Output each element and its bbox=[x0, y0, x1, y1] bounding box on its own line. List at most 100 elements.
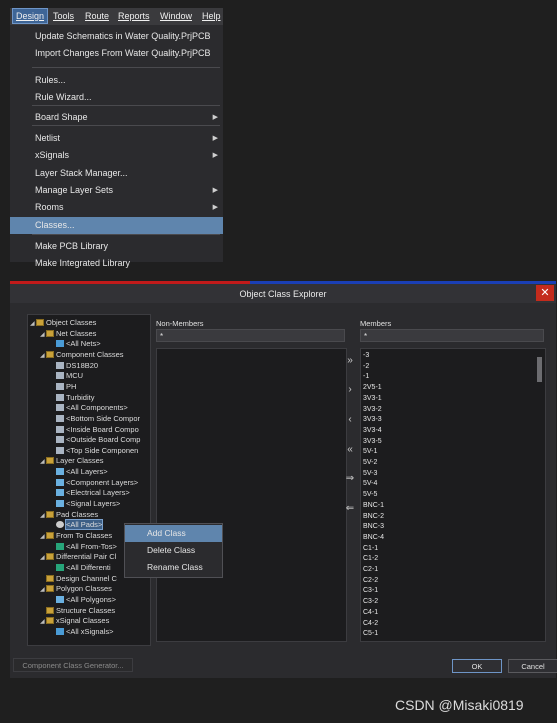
tree-node[interactable]: <All Nets> bbox=[50, 339, 101, 349]
menu-item[interactable]: Layer Stack Manager... bbox=[10, 165, 223, 182]
tree-node[interactable]: MCU bbox=[50, 371, 83, 381]
tree-node[interactable]: <Bottom Side Compor bbox=[50, 414, 140, 424]
members-scrollbar[interactable] bbox=[537, 351, 543, 639]
folder-icon bbox=[46, 510, 54, 518]
tree-node[interactable]: ◢ From To Classes bbox=[40, 531, 112, 541]
menu-window[interactable]: Window bbox=[160, 11, 192, 21]
close-button[interactable]: ✕ bbox=[536, 285, 554, 301]
member-list-item[interactable]: 3V3-2 bbox=[363, 405, 382, 416]
tree-node[interactable]: ◢ Pad Classes bbox=[40, 510, 98, 520]
menu-design[interactable]: Design bbox=[11, 8, 49, 24]
class-tree[interactable]: ◢ Object Classes ◢ Net Classes <All Nets> ◢ Co… bbox=[27, 314, 151, 646]
menu-item[interactable]: Rules... bbox=[10, 72, 223, 89]
members-list[interactable]: -3 -2 -1 2V5-1 3V3-1 3V3-2 3V3-3 3V3-4 3V3-5 5V-1… bbox=[360, 348, 546, 642]
member-list-item[interactable]: 5V-3 bbox=[363, 469, 377, 480]
cancel-button[interactable]: Cancel bbox=[508, 659, 557, 673]
move-right-button[interactable]: › bbox=[344, 384, 356, 395]
member-list-item[interactable]: C4-1 bbox=[363, 608, 378, 619]
tree-node[interactable]: <Inside Board Compo bbox=[50, 425, 139, 435]
move-all-right-button[interactable]: » bbox=[344, 355, 356, 366]
tree-node[interactable]: Structure Classes bbox=[40, 606, 115, 616]
member-list-item[interactable]: 5V-2 bbox=[363, 458, 377, 469]
component-class-generator-button[interactable]: Component Class Generator... bbox=[13, 658, 133, 672]
member-list-item[interactable]: 5V-1 bbox=[363, 447, 377, 458]
member-list-item[interactable]: C1-2 bbox=[363, 554, 378, 565]
menu-item[interactable]: Update Schematics in Water Quality.PrjPC… bbox=[10, 28, 223, 45]
tree-node[interactable]: ◢ Polygon Classes bbox=[40, 584, 112, 594]
tree-node[interactable]: <All From-Tos> bbox=[50, 542, 117, 552]
member-list-item[interactable]: C3-2 bbox=[363, 597, 378, 608]
tree-node[interactable]: ◢ xSignal Classes bbox=[40, 616, 109, 626]
menu-item[interactable]: xSignals ▶ bbox=[10, 147, 223, 164]
menu-item[interactable]: Make PCB Library bbox=[10, 238, 223, 255]
tree-node[interactable]: PH bbox=[50, 382, 76, 392]
member-list-item[interactable]: 5V-4 bbox=[363, 479, 377, 490]
member-list-item[interactable]: C2-2 bbox=[363, 576, 378, 587]
tree-node[interactable]: ◢ Object Classes bbox=[30, 318, 96, 328]
tree-node[interactable]: ◢ Net Classes bbox=[40, 329, 96, 339]
menu-item[interactable]: Classes... bbox=[10, 217, 223, 234]
menu-item[interactable]: Rooms ▶ bbox=[10, 199, 223, 216]
menu-item[interactable]: Netlist ▶ bbox=[10, 130, 223, 147]
member-list-item[interactable]: C5-1 bbox=[363, 629, 378, 640]
nonmembers-filter-input[interactable]: * bbox=[156, 329, 345, 342]
tree-node[interactable]: <Top Side Componen bbox=[50, 446, 138, 456]
member-list-item[interactable]: 3V3-1 bbox=[363, 394, 382, 405]
tree-node[interactable]: <Electrical Layers> bbox=[50, 488, 130, 498]
nonmembers-list[interactable] bbox=[156, 348, 347, 642]
title-bar[interactable]: Object Class Explorer ✕ bbox=[10, 281, 556, 303]
tree-node[interactable]: <Signal Layers> bbox=[50, 499, 120, 509]
tree-node[interactable]: ◢ Component Classes bbox=[40, 350, 124, 360]
menu-item[interactable]: Rule Wizard... bbox=[10, 89, 223, 106]
tree-node-label: DS18B20 bbox=[66, 360, 99, 370]
move-selected-right-button[interactable]: ⇒ bbox=[344, 473, 356, 484]
menu-item[interactable]: Manage Layer Sets ▶ bbox=[10, 182, 223, 199]
tree-node[interactable]: <All Pads> bbox=[50, 519, 104, 531]
member-list-item[interactable]: C1-1 bbox=[363, 544, 378, 555]
member-list-item[interactable]: BNC-4 bbox=[363, 533, 384, 544]
member-list-item[interactable]: 3V3-3 bbox=[363, 415, 382, 426]
member-list-item[interactable]: 3V3-4 bbox=[363, 426, 382, 437]
tree-node[interactable]: <All xSignals> bbox=[50, 627, 114, 637]
tree-node-label: Pad Classes bbox=[56, 509, 99, 519]
menu-tools[interactable]: Tools bbox=[53, 11, 74, 21]
menu-help[interactable]: Help bbox=[202, 11, 221, 21]
members-filter-input[interactable]: * bbox=[360, 329, 544, 342]
tree-node[interactable]: ◢ Differential Pair Cl bbox=[40, 552, 116, 562]
tree-node[interactable]: <All Polygons> bbox=[50, 595, 116, 605]
tree-node[interactable]: <All Components> bbox=[50, 403, 128, 413]
tree-node[interactable]: <All Differenti bbox=[50, 563, 111, 573]
member-list-item[interactable]: 2V5-1 bbox=[363, 383, 382, 394]
move-selected-left-button[interactable]: ⇐ bbox=[344, 503, 356, 514]
tree-node[interactable]: DS18B20 bbox=[50, 361, 98, 371]
ok-button[interactable]: OK bbox=[452, 659, 502, 673]
tree-node[interactable]: <All Layers> bbox=[50, 467, 108, 477]
member-list-item[interactable]: C4-2 bbox=[363, 619, 378, 630]
menu-reports[interactable]: Reports bbox=[118, 11, 150, 21]
tree-node[interactable]: <Outside Board Comp bbox=[50, 435, 140, 445]
tree-node[interactable]: Design Channel C bbox=[40, 574, 117, 584]
member-list-item[interactable]: BNC-3 bbox=[363, 522, 384, 533]
move-all-left-button[interactable]: « bbox=[344, 444, 356, 455]
move-left-button[interactable]: ‹ bbox=[344, 414, 356, 425]
member-list-item[interactable]: 3V3-5 bbox=[363, 437, 382, 448]
member-list-item[interactable]: BNC-1 bbox=[363, 501, 384, 512]
menu-route[interactable]: Route bbox=[85, 11, 109, 21]
member-list-item[interactable]: -1 bbox=[363, 372, 369, 383]
member-list-item[interactable]: -3 bbox=[363, 351, 369, 362]
member-list-item[interactable]: C2-1 bbox=[363, 565, 378, 576]
tree-node[interactable]: Turbidity bbox=[50, 393, 94, 403]
context-menu-item[interactable]: Rename Class bbox=[125, 559, 222, 576]
menu-item[interactable]: Make Integrated Library bbox=[10, 255, 223, 272]
tree-node[interactable]: ◢ Layer Classes bbox=[40, 456, 104, 466]
member-list-item[interactable]: C3-1 bbox=[363, 586, 378, 597]
menu-item[interactable]: Board Shape ▶ bbox=[10, 109, 223, 126]
member-list-item[interactable]: -2 bbox=[363, 362, 369, 373]
member-list-item[interactable]: 5V-5 bbox=[363, 490, 377, 501]
context-menu-item[interactable]: Add Class bbox=[125, 525, 222, 542]
context-menu-item[interactable]: Delete Class bbox=[125, 542, 222, 559]
members-scroll-thumb[interactable] bbox=[537, 357, 542, 382]
menu-item[interactable]: Import Changes From Water Quality.PrjPCB bbox=[10, 45, 223, 62]
tree-node[interactable]: <Component Layers> bbox=[50, 478, 138, 488]
member-list-item[interactable]: BNC-2 bbox=[363, 512, 384, 523]
